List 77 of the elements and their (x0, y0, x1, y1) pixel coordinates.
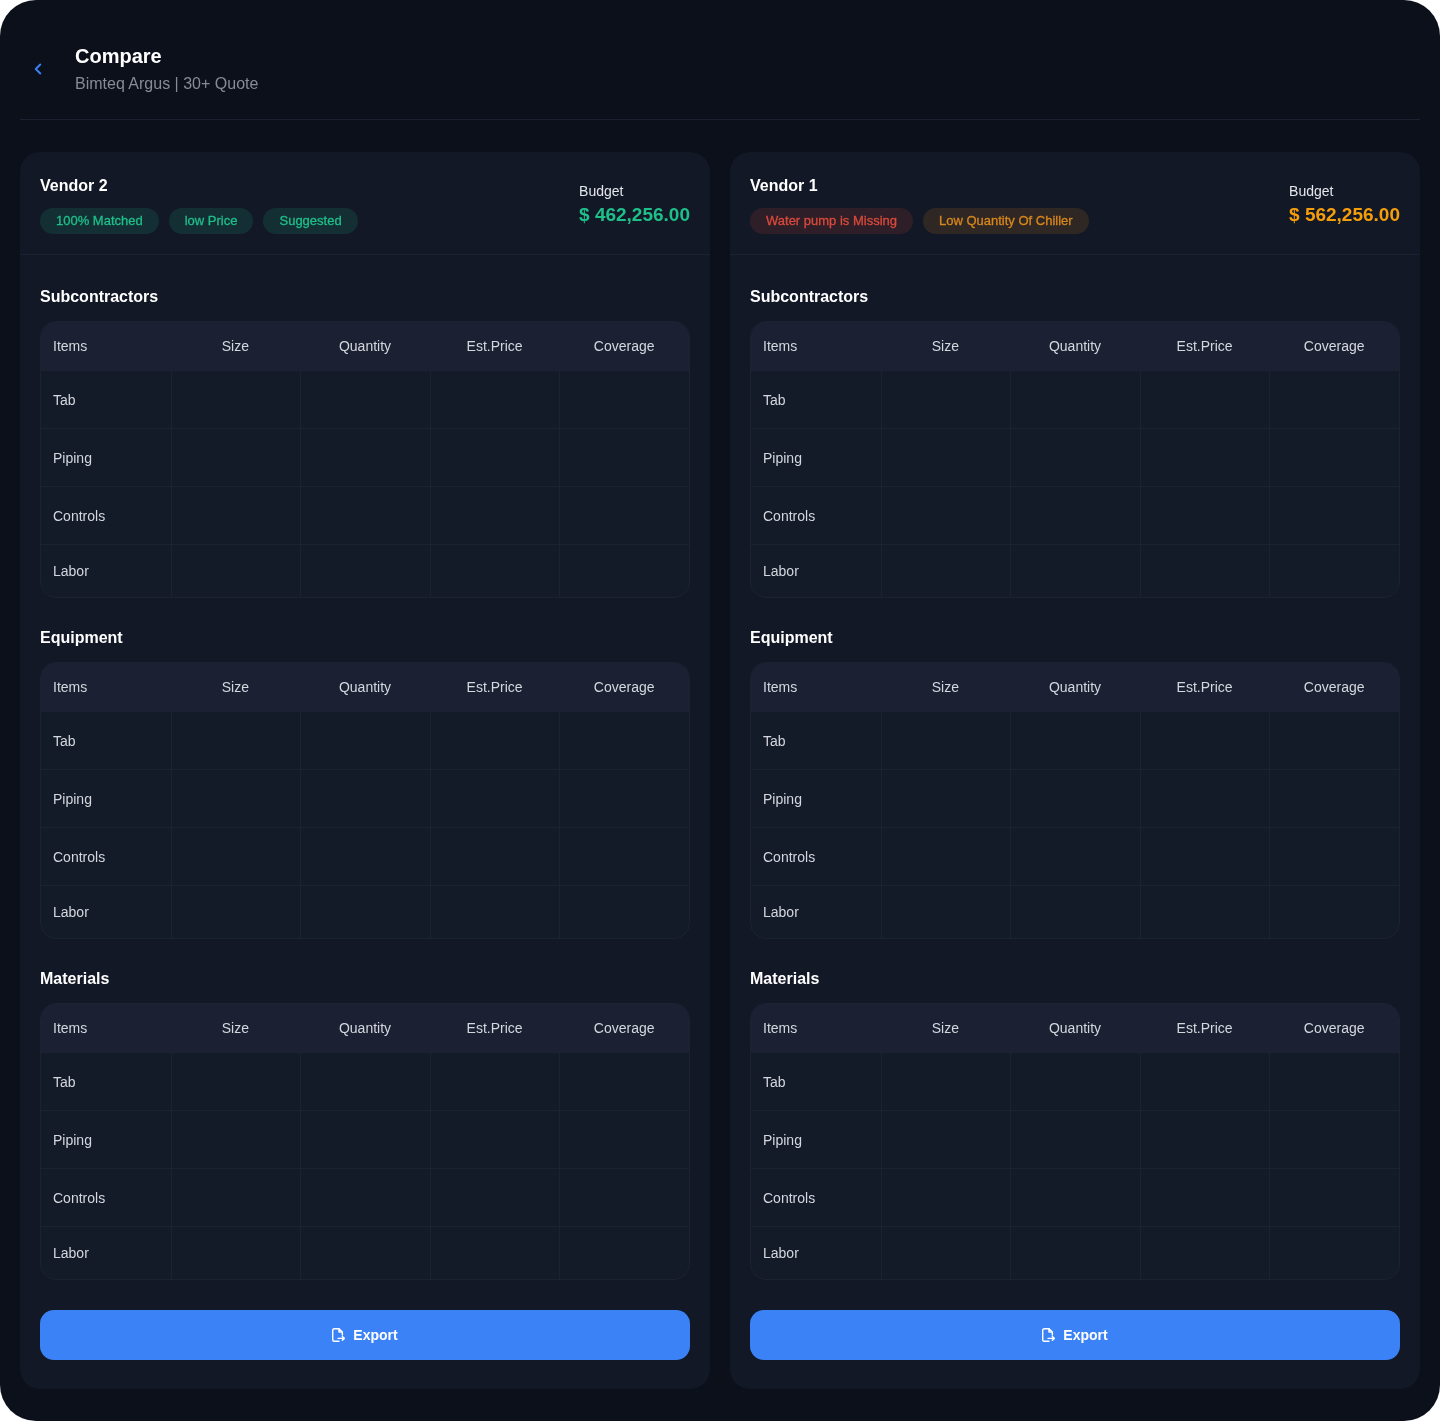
column-header: Size (930, 337, 960, 356)
budget-label: Budget (579, 182, 624, 201)
column-header: Est.Price (465, 1019, 524, 1038)
section-title: Subcontractors (40, 287, 160, 307)
section-title: Materials (750, 969, 821, 989)
column-header: Quantity (337, 678, 393, 697)
vendor-name: Vendor 1 (750, 176, 819, 196)
column-header: Size (220, 337, 250, 356)
table-cell-text: Piping (763, 789, 802, 809)
column-header: Size (220, 678, 250, 697)
table-cell-text: Labor (53, 903, 89, 922)
export-button[interactable]: Export (750, 1310, 1400, 1360)
status-tag: 100% Matched (40, 208, 159, 234)
budget-amount: $ 462,256.00 (579, 203, 690, 227)
table-cell-text: Tab (53, 1072, 76, 1092)
column-header: Size (930, 678, 960, 697)
table-cell-text: Labor (763, 903, 799, 922)
table-cell-text: Tab (53, 731, 76, 751)
status-tag: Water pump is Missing (750, 208, 913, 234)
column-header: Quantity (337, 1019, 393, 1038)
table-cell-text: Controls (763, 847, 816, 867)
table-cell-text: Labor (53, 562, 89, 581)
table-cell-text: Controls (53, 847, 106, 867)
column-header: Est.Price (1175, 337, 1234, 356)
file-arrow-icon (332, 1328, 346, 1342)
column-header: Coverage (1302, 1019, 1366, 1038)
section-title: Equipment (750, 628, 834, 648)
column-header: Coverage (592, 337, 656, 356)
budget-label: Budget (1289, 182, 1334, 201)
table-cell-text: Piping (53, 1130, 92, 1150)
table-cell-text: Labor (53, 1244, 89, 1263)
vendor-name: Vendor 2 (40, 176, 109, 196)
column-header: Size (220, 1019, 250, 1038)
export-button[interactable]: Export (40, 1310, 690, 1360)
column-header: Quantity (337, 337, 393, 356)
status-tag: Low Quantity Of Chiller (923, 208, 1089, 234)
column-header: Est.Price (465, 678, 524, 697)
section-title: Materials (40, 969, 111, 989)
column-header: Coverage (1302, 337, 1366, 356)
page-subtitle: Bimteq Argus | 30+ Quote (75, 74, 259, 94)
column-header: Items (762, 337, 799, 356)
column-header: Coverage (592, 678, 656, 697)
column-header: Est.Price (465, 337, 524, 356)
table-cell-text: Piping (53, 448, 92, 468)
column-header: Est.Price (1175, 678, 1234, 697)
table-cell-text: Controls (763, 506, 816, 526)
column-header: Quantity (1047, 678, 1103, 697)
status-tag: Suggested (263, 208, 358, 234)
table-cell-text: Labor (763, 562, 799, 581)
file-arrow-icon (1042, 1328, 1056, 1342)
table-cell-text: Controls (763, 1188, 816, 1208)
column-header: Items (762, 678, 799, 697)
column-header: Items (52, 678, 89, 697)
column-header: Items (52, 337, 89, 356)
column-header: Quantity (1047, 1019, 1103, 1038)
status-tag: low Price (168, 208, 254, 234)
table-cell-text: Controls (53, 506, 106, 526)
column-header: Coverage (592, 1019, 656, 1038)
table-cell-text: Tab (53, 390, 76, 410)
column-header: Est.Price (1175, 1019, 1234, 1038)
budget-amount: $ 562,256.00 (1289, 203, 1400, 227)
column-header: Coverage (1302, 678, 1366, 697)
table-cell-text: Tab (763, 390, 786, 410)
table-cell-text: Tab (763, 731, 786, 751)
column-header: Quantity (1047, 337, 1103, 356)
column-header: Size (930, 1019, 960, 1038)
page-title: Compare (75, 44, 163, 68)
table-cell-text: Controls (53, 1188, 106, 1208)
table-cell-text: Tab (763, 1072, 786, 1092)
table-cell-text: Piping (763, 448, 802, 468)
table-cell-text: Labor (763, 1244, 799, 1263)
column-header: Items (52, 1019, 89, 1038)
section-title: Subcontractors (750, 287, 870, 307)
column-header: Items (762, 1019, 799, 1038)
table-cell-text: Piping (763, 1130, 802, 1150)
section-title: Equipment (40, 628, 124, 648)
table-cell-text: Piping (53, 789, 92, 809)
